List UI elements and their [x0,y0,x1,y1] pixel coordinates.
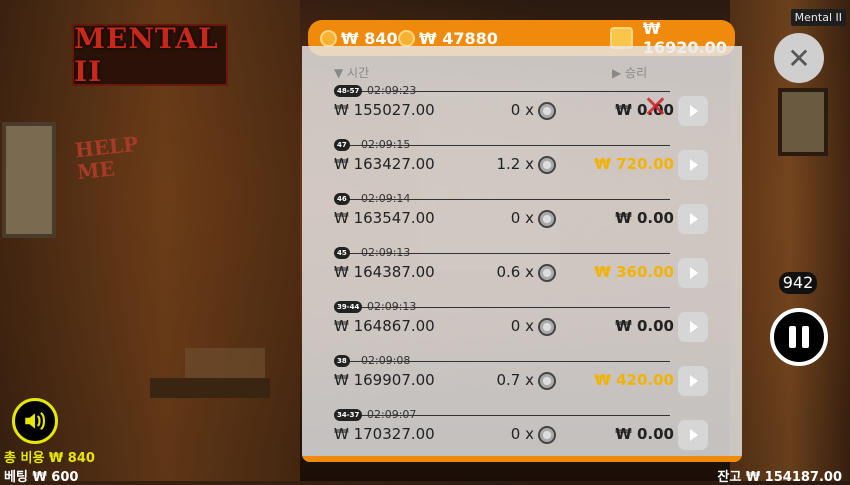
column-header-time[interactable]: ▼ 시간 [334,64,369,81]
coin-icon [538,210,556,228]
replay-button[interactable] [678,366,708,396]
pause-icon-bar [802,326,809,348]
round-win: ₩ 360.00 [594,263,674,281]
replay-button[interactable] [678,312,708,342]
round-badge: 48-57 [334,85,363,97]
sound-button[interactable] [12,398,58,444]
coin-icon [538,264,556,282]
background-frame [2,122,56,238]
play-icon [690,321,698,333]
play-icon [690,213,698,225]
round-time: 02:09:13 [367,300,417,313]
history-row: 39-44 02:09:13 ₩ 164867.00 0 x ₩ 0.00 [334,300,674,359]
background-fusebox [778,88,828,156]
replay-button[interactable] [678,420,708,450]
round-multiplier: 0.6 x [496,263,535,281]
autoplay-counter: 942 [779,272,817,294]
round-time: 02:09:13 [361,246,411,259]
coin-icon [538,426,556,444]
round-win: ₩ 420.00 [594,371,674,389]
close-button[interactable]: ✕ [774,33,824,83]
background-chair [185,348,265,378]
balance-label: 잔고 ₩ 154187.00 [717,470,842,485]
window-title: Mental II [790,9,846,26]
pause-button[interactable] [770,308,828,366]
close-icon: ✕ [787,41,811,75]
round-balance: ₩ 163427.00 [334,155,435,173]
round-multiplier: 0 x [510,317,534,335]
round-win: ₩ 0.00 [615,209,674,227]
game-logo: MENTAL II [72,22,228,88]
play-icon [690,429,698,441]
history-panel[interactable]: ▼ 시간 ▶ 승리 48-57 02:09:23 ₩ 155027.00 0 x… [302,46,742,462]
round-win: ₩ 0.00 [615,317,674,335]
replay-button[interactable] [678,96,708,126]
play-icon [690,105,698,117]
background-table [150,378,270,398]
round-balance: ₩ 170327.00 [334,425,435,443]
round-balance: ₩ 164867.00 [334,317,435,335]
column-header-win[interactable]: ▶ 승리 [612,64,647,81]
coin-icon [398,29,415,47]
history-row: 34-37 02:09:07 ₩ 170327.00 0 x ₩ 0.00 [334,408,674,462]
history-row: 38 02:09:08 ₩ 169907.00 0.7 x ₩ 420.00 [334,354,674,413]
round-balance: ₩ 169907.00 [334,371,435,389]
round-multiplier: 1.2 x [496,155,535,173]
graffiti: HELP ME [74,132,142,184]
history-row: 48-57 02:09:23 ₩ 155027.00 0 x ₩ 0.00 ✕ [334,84,674,143]
round-time: 02:09:23 [367,84,417,97]
coins-large-value: ₩ 47880 [419,28,498,48]
round-badge: 38 [334,355,350,367]
round-win: ₩ 720.00 [594,155,674,173]
play-icon [690,267,698,279]
coins-small-group: ₩ 840 [320,29,398,48]
pause-icon-bar [789,326,796,348]
history-row: 45 02:09:13 ₩ 164387.00 0.6 x ₩ 360.00 [334,246,674,305]
coins-small-value: ₩ 840 [341,28,398,48]
round-multiplier: 0.7 x [496,371,535,389]
history-row: 47 02:09:15 ₩ 163427.00 1.2 x ₩ 720.00 [334,138,674,197]
cross-mark-icon: ✕ [642,90,668,125]
coin-icon [538,372,556,390]
coin-icon [538,318,556,336]
round-badge: 46 [334,193,350,205]
round-time: 02:09:07 [367,408,417,421]
replay-button[interactable] [678,150,708,180]
round-badge: 34-37 [334,409,363,421]
round-balance: ₩ 155027.00 [334,101,435,119]
play-icon [690,375,698,387]
coin-icon [538,156,556,174]
round-badge: 47 [334,139,350,151]
round-badge: 39-44 [334,301,363,313]
replay-button[interactable] [678,258,708,288]
round-time: 02:09:08 [361,354,411,367]
speaker-icon [25,412,46,430]
coin-icon [320,29,337,47]
panel-bottom-edge [302,456,742,462]
round-time: 02:09:15 [361,138,411,151]
round-multiplier: 0 x [510,101,534,119]
bet-amount-label: 베팅 ₩ 600 [4,470,79,485]
coins-large-group: ₩ 47880 [398,29,498,48]
logo-text: MENTAL II [74,22,219,88]
coin-icon [538,102,556,120]
total-cost-label: 총 비용 ₩ 840 [4,451,95,466]
round-multiplier: 0 x [510,425,534,443]
replay-button[interactable] [678,204,708,234]
round-win: ₩ 0.00 [615,425,674,443]
round-time: 02:09:14 [361,192,411,205]
round-badge: 45 [334,247,350,259]
play-icon [690,159,698,171]
round-balance: ₩ 164387.00 [334,263,435,281]
history-row: 46 02:09:14 ₩ 163547.00 0 x ₩ 0.00 [334,192,674,251]
round-multiplier: 0 x [510,209,534,227]
round-balance: ₩ 163547.00 [334,209,435,227]
